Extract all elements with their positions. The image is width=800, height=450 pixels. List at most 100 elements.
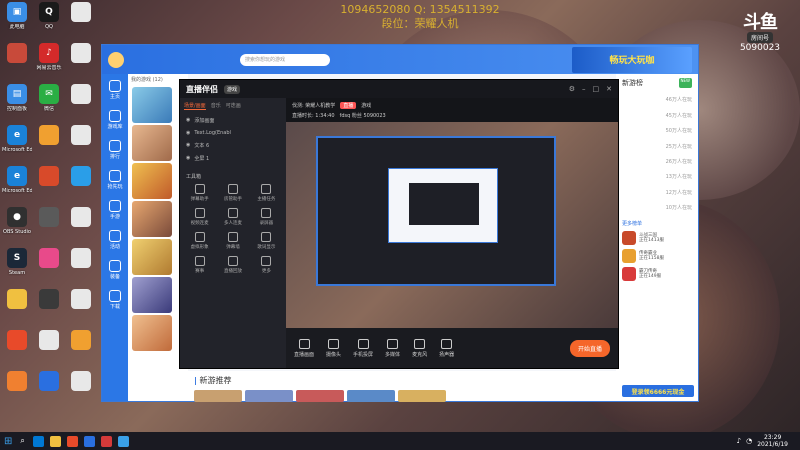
taskbar-app-icon[interactable]	[49, 435, 61, 447]
tool-item[interactable]: 弹幕墙	[217, 232, 248, 250]
ranking-row[interactable]: 12万人在玩	[622, 189, 692, 196]
recommend-card[interactable]	[194, 390, 242, 402]
eye-icon[interactable]: ◉	[186, 142, 190, 149]
desktop-icon[interactable]	[66, 371, 96, 411]
clock[interactable]: 23:29 2021/6/19	[757, 434, 796, 448]
search-icon[interactable]: ⌕	[20, 436, 24, 446]
game-thumb[interactable]	[132, 239, 172, 275]
ranking-row[interactable]: 25万人在玩	[622, 143, 692, 150]
source-item[interactable]: ◉ 添加画面	[180, 114, 286, 127]
tool-item[interactable]: 虚拟形象	[184, 232, 215, 250]
taskbar-app-icon[interactable]	[100, 435, 112, 447]
source-item[interactable]: ◉ Text.Log(Enabl	[180, 127, 286, 139]
desktop-icon[interactable]: ▣ 此电脑	[2, 2, 32, 42]
taskbar-app-icon[interactable]	[117, 435, 129, 447]
desktop-icon[interactable]	[66, 207, 96, 247]
ranking-row[interactable]: 45万人在玩	[622, 112, 692, 119]
control-button[interactable]: 直播画面	[294, 338, 314, 358]
tool-item[interactable]: 房管助手	[217, 184, 248, 202]
desktop-icon[interactable]: e Microsoft Edge	[2, 166, 32, 206]
header-ad-banner[interactable]: 畅玩大玩咖	[572, 46, 692, 73]
sidebar-item[interactable]: 手游	[109, 200, 121, 220]
avatar[interactable]	[108, 51, 124, 68]
eye-icon[interactable]: ◉	[186, 130, 190, 136]
go-live-button[interactable]: 开始直播	[569, 339, 610, 357]
recommend-card[interactable]	[245, 390, 293, 402]
desktop-icon[interactable]: ● OBS Studio	[2, 207, 32, 247]
game-thumb[interactable]	[132, 163, 172, 199]
tool-item[interactable]: 视频连麦	[184, 208, 215, 226]
desktop-icon[interactable]	[66, 330, 96, 370]
ranking-row[interactable]: 10万人在玩	[622, 204, 692, 211]
sidebar-item[interactable]: 主页	[109, 80, 121, 100]
game-thumb[interactable]	[132, 315, 172, 351]
settings-icon[interactable]: ⚙	[569, 85, 575, 93]
desktop-icon[interactable]	[2, 43, 32, 83]
desktop-icon[interactable]: e Microsoft Edge	[2, 125, 32, 165]
maximize-icon[interactable]: □	[593, 85, 600, 93]
stream-title[interactable]: 伐测: 荣耀人机教学	[292, 102, 335, 109]
taskbar-app-icon[interactable]	[32, 435, 44, 447]
sidebar-item[interactable]: 游戏库	[107, 110, 123, 130]
desktop-icon[interactable]	[66, 2, 96, 42]
desktop-icon[interactable]	[34, 166, 64, 206]
recommend-card[interactable]	[296, 390, 344, 402]
desktop-icon[interactable]	[34, 289, 64, 329]
ranking-row[interactable]: 50万人在玩	[622, 127, 692, 134]
tab-1[interactable]: 音乐	[211, 102, 221, 110]
stream-category[interactable]: 游戏	[361, 102, 371, 109]
desktop-icon[interactable]	[34, 371, 64, 411]
desktop-icon[interactable]	[66, 289, 96, 329]
ranking-row[interactable]: 26万人在玩	[622, 158, 692, 165]
desktop-icon[interactable]	[34, 125, 64, 165]
tool-item[interactable]: 直播回放	[217, 256, 248, 274]
desktop-icon[interactable]	[34, 248, 64, 288]
sidebar-item[interactable]: 排行	[109, 140, 121, 160]
tool-item[interactable]: 多人连麦	[217, 208, 248, 226]
taskbar-app-icon[interactable]	[66, 435, 78, 447]
desktop-icon[interactable]	[66, 84, 96, 124]
minimize-icon[interactable]: –	[582, 85, 586, 93]
desktop-icon[interactable]: ♪ 网易云音乐	[34, 43, 64, 83]
desktop-icon[interactable]	[66, 125, 96, 165]
tool-item[interactable]: 赛事	[184, 256, 215, 274]
mini-game-item[interactable]: 霸刀传奇 正在149服	[622, 266, 692, 281]
recommend-card[interactable]	[398, 390, 446, 402]
stream-preview[interactable]	[286, 122, 618, 328]
sidebar-item[interactable]: 下载	[109, 290, 121, 310]
mini-game-item[interactable]: 斗战三国 正在1413服	[622, 230, 692, 245]
desktop-icon[interactable]	[66, 248, 96, 288]
desktop-icon[interactable]	[34, 207, 64, 247]
source-item[interactable]: ◉ 文本 6	[180, 139, 286, 152]
start-icon[interactable]: ⊞	[4, 436, 12, 447]
sidebar-item[interactable]: 装备	[109, 260, 121, 280]
game-thumb[interactable]	[132, 125, 172, 161]
tool-item[interactable]: 更多	[251, 256, 282, 274]
version-tag[interactable]: 游戏	[224, 84, 241, 94]
game-thumb[interactable]	[132, 87, 172, 123]
desktop-icon[interactable]	[66, 43, 96, 83]
close-icon[interactable]: ✕	[606, 85, 612, 93]
desktop-icon[interactable]	[34, 330, 64, 370]
desktop-icon[interactable]	[2, 330, 32, 370]
tab-0[interactable]: 场景/画面	[184, 102, 206, 110]
search-input[interactable]: 搜索你想玩的游戏	[240, 53, 330, 66]
control-button[interactable]: 手机投屏	[353, 338, 373, 358]
control-button[interactable]: 多媒体	[385, 338, 400, 358]
more-rankings-link[interactable]: 更多榜单	[622, 220, 692, 227]
taskbar-app-icon[interactable]	[83, 435, 95, 447]
ranking-row[interactable]: 46万人在玩	[622, 96, 692, 103]
desktop-icon[interactable]	[2, 371, 32, 411]
control-button[interactable]: 扬声器	[439, 338, 454, 358]
desktop-icon[interactable]: Q QQ	[34, 2, 64, 42]
eye-icon[interactable]: ◉	[186, 155, 190, 162]
desktop-icon[interactable]: S Steam	[2, 248, 32, 288]
source-item[interactable]: ◉ 全屏 1	[180, 152, 286, 165]
coupon-banner[interactable]: 登录领6666元现金	[622, 385, 694, 397]
network-icon[interactable]: ◔	[746, 437, 752, 445]
desktop-icon[interactable]: ✉ 微信	[34, 84, 64, 124]
tool-item[interactable]: 歌词显示	[251, 232, 282, 250]
control-button[interactable]: 摄像头	[326, 338, 341, 358]
tool-item[interactable]: 主播任务	[251, 184, 282, 202]
tool-item[interactable]: 弹幕助手	[184, 184, 215, 202]
